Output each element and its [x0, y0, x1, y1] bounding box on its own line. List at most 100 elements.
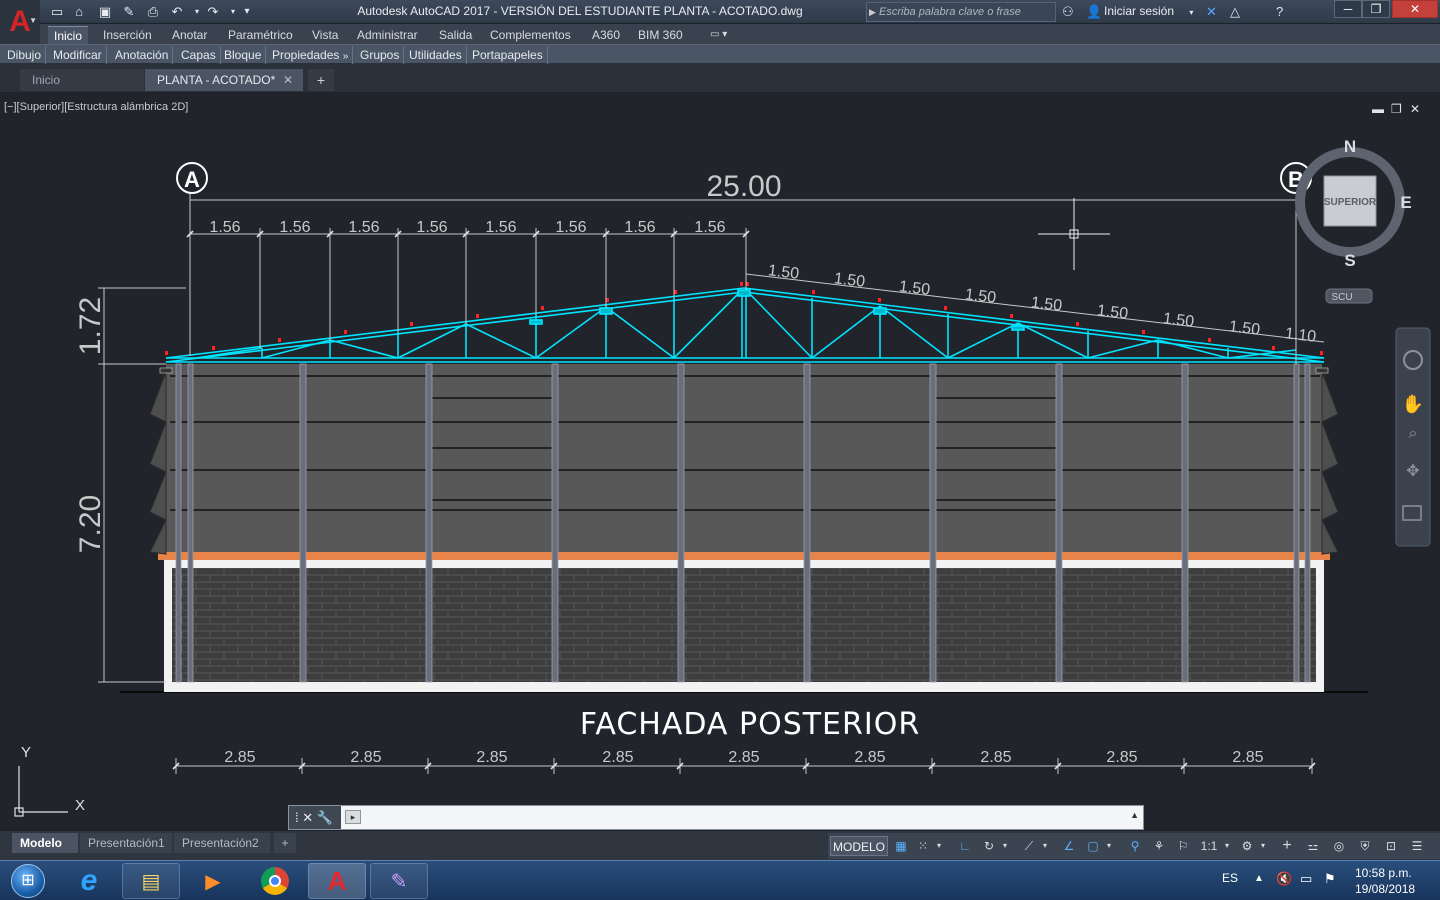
- chevron-down-icon[interactable]: ▾: [1000, 836, 1010, 856]
- redo-icon[interactable]: ↷: [204, 3, 222, 21]
- tab-vista[interactable]: Vista: [306, 26, 344, 44]
- object-snap-icon[interactable]: ▢: [1084, 836, 1102, 856]
- help-icon[interactable]: ?: [1276, 3, 1283, 21]
- save-icon[interactable]: ▣: [96, 3, 114, 21]
- search-expand-icon[interactable]: ▶: [869, 3, 876, 21]
- doc-tab-start[interactable]: Inicio: [20, 69, 144, 91]
- panel-utilidades[interactable]: Utilidades: [405, 46, 467, 64]
- chevron-down-icon[interactable]: ▾: [1040, 836, 1050, 856]
- show-hidden-icons[interactable]: ▲: [1254, 873, 1264, 884]
- search-input[interactable]: ▶ Escriba palabra clave o frase: [866, 2, 1056, 22]
- annotation-scale-icon[interactable]: ⚐: [1174, 836, 1192, 856]
- network-icon[interactable]: ▭: [1300, 871, 1312, 887]
- media-player-icon[interactable]: ▶: [184, 863, 242, 899]
- status-toolbar: MODELO ▦ ⁙ ▾ ∟ ↻ ▾ ⟋ ▾ ∠ ▢ ▾ ⚲ ⚘ ⚐ 1:1 ▾…: [828, 833, 1440, 859]
- panel-modificar[interactable]: Modificar: [49, 46, 107, 64]
- input-language[interactable]: ES: [1222, 871, 1238, 885]
- ribbon-minimize-icon[interactable]: ▭ ▾: [704, 26, 733, 44]
- signin-button[interactable]: Iniciar sesión ▾: [1088, 4, 1193, 18]
- binoculars-icon[interactable]: ⚇: [1062, 3, 1074, 21]
- object-snap-tracking-icon[interactable]: ∠: [1060, 836, 1078, 856]
- grid-icon[interactable]: ▦: [892, 836, 910, 856]
- close-button[interactable]: ✕: [1392, 0, 1438, 18]
- layout-tab-presentacion1[interactable]: Presentación1: [80, 833, 172, 853]
- panel-grupos[interactable]: Grupos: [356, 46, 405, 64]
- volume-icon[interactable]: 🔇: [1276, 871, 1292, 887]
- auto-scale-icon[interactable]: ⚘: [1150, 836, 1168, 856]
- layout-tab-modelo[interactable]: Modelo: [12, 833, 78, 853]
- scale-selector[interactable]: 1:1: [1196, 836, 1222, 856]
- new-icon[interactable]: ▭: [48, 3, 66, 21]
- drawing-viewport[interactable]: [−][Superior][Estructura alámbrica 2D] ▬…: [0, 92, 1440, 830]
- open-icon[interactable]: ⌂: [70, 3, 88, 21]
- viewcube[interactable]: SUPERIOR N E S SCU: [1295, 137, 1412, 304]
- clean-screen-icon[interactable]: ⊡: [1382, 836, 1400, 856]
- chevron-down-icon[interactable]: ▾: [1222, 836, 1232, 856]
- command-history-icon[interactable]: ▲: [1130, 810, 1139, 820]
- hardware-acceleration-icon[interactable]: ⛨: [1356, 836, 1374, 856]
- command-line-grip[interactable]: ⁞ ✕ 🔧: [289, 806, 341, 829]
- panel-bloque[interactable]: Bloque: [220, 46, 267, 64]
- autocad-taskbar-icon[interactable]: A: [308, 863, 366, 899]
- bay-dim: 2.85: [224, 749, 255, 766]
- start-button[interactable]: ⊞: [2, 862, 54, 900]
- close-tab-icon[interactable]: ✕: [283, 69, 293, 91]
- save-as-icon[interactable]: ✎: [120, 3, 138, 21]
- wrench-icon[interactable]: 🔧: [317, 810, 333, 825]
- clock-time[interactable]: 10:58 p.m.: [1355, 866, 1412, 880]
- panel-anotacion[interactable]: Anotación: [111, 46, 174, 64]
- isometric-icon[interactable]: ⟋: [1020, 836, 1038, 856]
- exchange-icon[interactable]: ✕: [1206, 3, 1217, 21]
- a360-icon[interactable]: △: [1230, 3, 1240, 21]
- tab-parametrico[interactable]: Paramétrico: [222, 26, 299, 44]
- customize-menu-icon[interactable]: ☰: [1408, 836, 1426, 856]
- isolate-objects-icon[interactable]: ◎: [1330, 836, 1348, 856]
- application-menu-button[interactable]: A ▼: [0, 0, 40, 44]
- ortho-icon[interactable]: ∟: [956, 836, 974, 856]
- slope-dim-left: 1.56: [485, 219, 516, 236]
- command-prompt-icon[interactable]: ▸: [345, 810, 361, 824]
- chevron-down-icon[interactable]: ▾: [934, 836, 944, 856]
- panel-dibujo[interactable]: Dibujo: [3, 46, 47, 64]
- doc-tab-active[interactable]: PLANTA - ACOTADO* ✕: [145, 69, 303, 91]
- model-space-button[interactable]: MODELO: [830, 836, 888, 856]
- flag-icon[interactable]: ⚑: [1324, 871, 1336, 887]
- panel-propiedades[interactable]: Propiedades »: [268, 46, 354, 64]
- polar-icon[interactable]: ↻: [980, 836, 998, 856]
- command-input[interactable]: [367, 808, 1127, 827]
- tab-administrar[interactable]: Administrar: [351, 26, 424, 44]
- snap-icon[interactable]: ⁙: [914, 836, 932, 856]
- annotation-visibility-icon[interactable]: ⚲: [1126, 836, 1144, 856]
- tab-complementos[interactable]: Complementos: [484, 26, 577, 44]
- add-layout-button[interactable]: +: [274, 833, 296, 853]
- tab-inicio[interactable]: Inicio: [48, 26, 89, 44]
- clock-date[interactable]: 19/08/2018: [1355, 882, 1415, 896]
- workspace-gear-icon[interactable]: ⚙: [1238, 836, 1256, 856]
- drawing-canvas[interactable]: 25.00 1.56 1.56 1.56 1.56 1.56 1.56 1.56…: [0, 92, 1440, 830]
- chevron-down-icon[interactable]: ▾: [1104, 836, 1114, 856]
- minimize-button[interactable]: ─: [1334, 0, 1362, 18]
- close-icon[interactable]: ✕: [302, 810, 313, 825]
- chrome-icon[interactable]: [246, 863, 304, 899]
- layout-tab-presentacion2[interactable]: Presentación2: [174, 833, 270, 853]
- print-icon[interactable]: ⎙: [144, 3, 162, 21]
- new-tab-button[interactable]: +: [308, 69, 334, 91]
- chevron-down-icon[interactable]: ▾: [1258, 836, 1268, 856]
- tab-insercion[interactable]: Inserción: [97, 26, 158, 44]
- doc-tab-label: PLANTA - ACOTADO*: [157, 73, 276, 87]
- tab-salida[interactable]: Salida: [433, 26, 478, 44]
- restore-button[interactable]: ❐: [1362, 0, 1390, 18]
- tab-anotar[interactable]: Anotar: [166, 26, 213, 44]
- panel-capas[interactable]: Capas: [177, 46, 221, 64]
- panel-portapapeles[interactable]: Portapapeles: [468, 46, 548, 64]
- internet-explorer-icon[interactable]: e: [60, 863, 118, 899]
- undo-icon[interactable]: ↶: [168, 3, 186, 21]
- navigation-bar[interactable]: ✋ ⌕ ✥: [1395, 327, 1431, 547]
- file-explorer-icon[interactable]: ▤: [122, 863, 180, 899]
- plus-icon[interactable]: +: [1278, 836, 1296, 856]
- customize-quick-access-icon[interactable]: ▾: [238, 3, 256, 21]
- tab-a360[interactable]: A360: [586, 26, 626, 44]
- tab-bim360[interactable]: BIM 360: [632, 26, 689, 44]
- paint-icon[interactable]: ✎: [370, 863, 428, 899]
- units-icon[interactable]: ⚍: [1304, 836, 1322, 856]
